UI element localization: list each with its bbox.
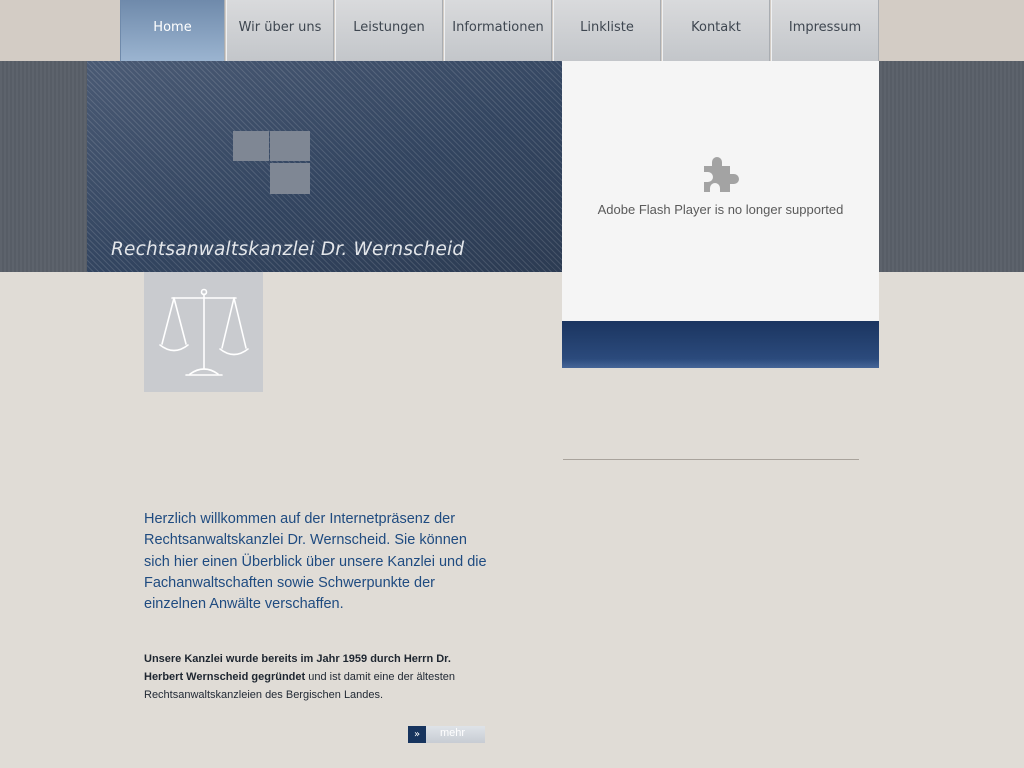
double-chevron-right-icon: » (408, 726, 426, 743)
hero-banner: Rechtsanwaltskanzlei Dr. Wernscheid (87, 61, 562, 272)
nav-item-kontakt[interactable]: Kontakt (662, 0, 770, 61)
scales-of-justice-icon (158, 288, 249, 376)
more-button-label: mehr (426, 726, 485, 743)
nav-item-wir-ueber-uns[interactable]: Wir über uns (226, 0, 334, 61)
nav-item-impressum[interactable]: Impressum (771, 0, 879, 61)
flash-message: Adobe Flash Player is no longer supporte… (597, 202, 844, 217)
scales-image (144, 272, 263, 392)
nav-item-home[interactable]: Home (120, 0, 225, 61)
right-column-divider (563, 459, 859, 460)
logo-square-bottom-right (270, 163, 310, 194)
blue-accent-bar (562, 321, 879, 368)
logo-square-top-right (270, 131, 310, 161)
logo-square-top-left (233, 131, 269, 161)
nav-item-leistungen[interactable]: Leistungen (335, 0, 443, 61)
history-text: Unsere Kanzlei wurde bereits im Jahr 195… (144, 650, 489, 704)
hero-title: Rechtsanwaltskanzlei Dr. Wernscheid (111, 239, 465, 260)
nav-item-linkliste[interactable]: Linkliste (553, 0, 661, 61)
more-button[interactable]: » mehr (408, 726, 485, 743)
welcome-text: Herzlich willkommen auf der Internetpräs… (144, 511, 487, 613)
nav-item-informationen[interactable]: Informationen (444, 0, 552, 61)
main-navigation: Home Wir über uns Leistungen Information… (120, 0, 880, 61)
puzzle-piece-icon (703, 157, 739, 192)
flash-placeholder: Adobe Flash Player is no longer supporte… (562, 61, 879, 321)
